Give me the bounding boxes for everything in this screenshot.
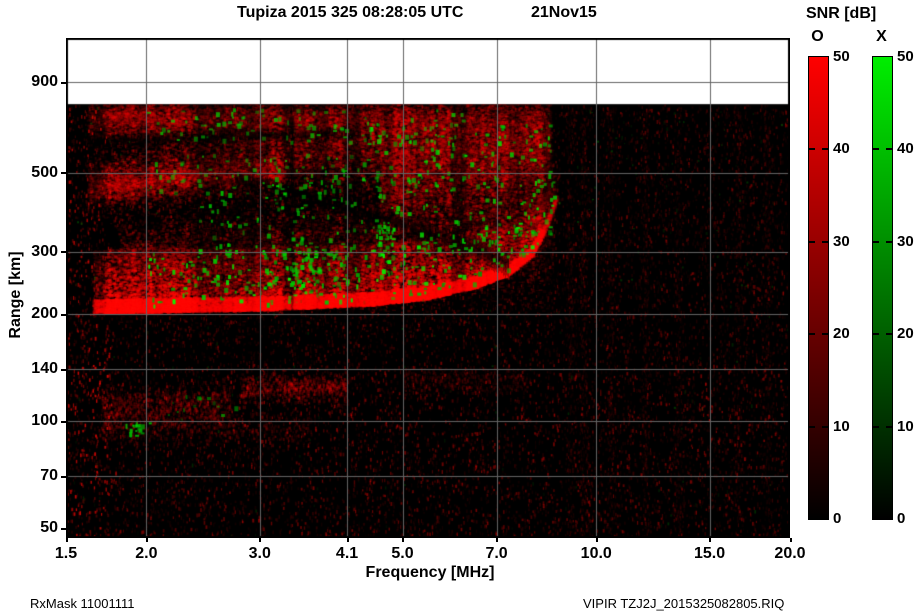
x-tick-label: 1.5 [54,545,78,562]
colorbar-tick-dash [809,425,828,428]
colorbar-x-tick-label: 0 [897,510,906,527]
x-tick-mark [789,538,792,542]
x-tick-mark [709,538,712,542]
filename-text: VIPIR TZJ2J_2015325082805.RIQ [583,596,785,611]
colorbar-o-tick-label: 30 [833,232,850,250]
colorbar-x-gradient [872,56,893,520]
x-tick-label: 7.0 [485,545,508,562]
x-tick-mark [259,538,262,542]
colorbar-o-gradient [808,56,829,520]
y-tick-mark [61,251,66,254]
colorbar-x-tick-label: 10 [897,417,914,435]
x-tick-label: 4.1 [335,545,359,562]
y-tick-label: 140 [31,360,58,378]
colorbar-x-tick-label: 40 [897,140,914,158]
colorbar-o-tick-label: 10 [833,417,850,435]
colorbar-tick-dash [873,240,892,243]
rxmask-text: RxMask 11001111 [30,596,135,611]
colorbar-x-tick-label: 20 [897,325,914,343]
colorbar-tick-dash [873,333,892,336]
x-tick-mark [346,538,349,542]
colorbar-x-label: X [876,28,887,45]
colorbar-o-tick-label: 20 [833,325,850,343]
y-tick-mark [61,172,66,175]
colorbar-x-tick-label: 30 [897,232,914,250]
x-tick-label: 5.0 [391,545,414,562]
x-tick-label: 10.0 [580,545,612,562]
colorbar-tick-dash [873,148,892,151]
colorbar-tick-dash [809,333,828,336]
colorbar-title: SNR [dB] [806,5,877,22]
y-tick-label: 900 [31,73,58,91]
y-tick-label: 200 [31,305,58,323]
y-tick-label: 500 [31,163,58,181]
plot-title: Tupiza 2015 325 08:28:05 UTC [237,4,464,21]
y-tick-label: 70 [40,467,58,485]
y-tick-label: 300 [31,242,58,260]
x-tick-mark [496,538,499,542]
colorbar-o-label: O [811,28,824,45]
ionogram-plot[interactable] [66,38,790,538]
y-tick-mark [61,527,66,530]
y-tick-mark [61,81,66,84]
colorbar-o-tick-label: 40 [833,140,850,158]
y-tick-label: 100 [31,412,58,430]
x-tick-mark [145,538,148,542]
colorbar-tick-dash [809,240,828,243]
x-axis-title: Frequency [MHz] [365,564,495,581]
x-tick-mark [595,538,598,542]
y-tick-mark [61,368,66,371]
plot-date: 21Nov15 [531,4,597,21]
x-tick-label: 2.0 [135,545,158,562]
colorbar-tick-dash [809,148,828,151]
y-tick-mark [61,420,66,423]
x-tick-label: 3.0 [248,545,271,562]
colorbar-x-tick-label: 50 [897,48,914,65]
x-tick-label: 20.0 [774,545,806,562]
y-axis-title: Range [km] [7,251,24,339]
y-tick-mark [61,313,66,316]
y-tick-label: 50 [40,519,58,537]
colorbar-o-tick-label: 0 [833,510,842,527]
x-tick-label: 15.0 [694,545,726,562]
x-tick-mark [65,538,68,542]
y-tick-mark [61,475,66,478]
ionogram-page: { "title": { "main": "Tupiza 2015 325 08… [0,0,922,614]
x-tick-mark [402,538,405,542]
colorbar-tick-dash [873,425,892,428]
colorbar-o-tick-label: 50 [833,48,850,65]
